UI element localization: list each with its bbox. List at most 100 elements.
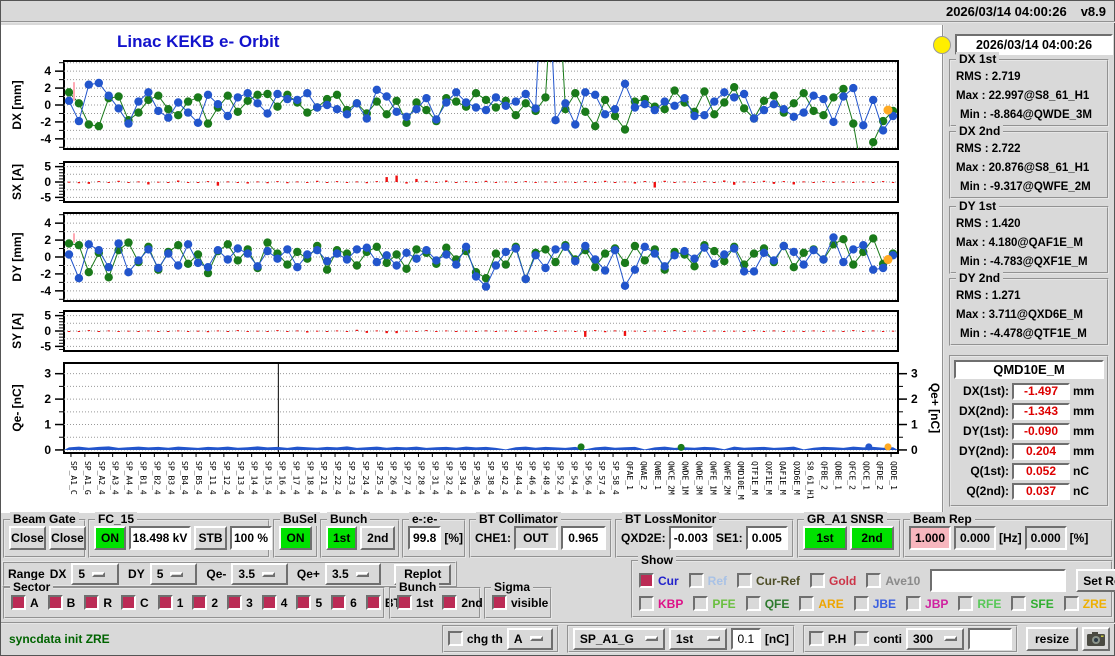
fc15-percent-field[interactable]: 100 % (230, 526, 272, 550)
sp-bunch-select[interactable]: 1st (668, 627, 727, 650)
beam-gate-close-1-button[interactable]: Close (9, 526, 46, 550)
threshold-field[interactable]: 0.1 (730, 627, 761, 650)
show-checkbox-are[interactable]: ARE (799, 596, 844, 611)
beam-rep-set-field[interactable]: 1.000 (909, 526, 951, 550)
range-label: Range (8, 567, 45, 581)
interval-select[interactable]: 300 (906, 627, 964, 650)
interval-field[interactable] (968, 627, 1012, 650)
show-checkbox-rfe[interactable]: RFE (958, 596, 1001, 611)
sigma-checkbox-visible[interactable]: visible (492, 595, 548, 610)
range-qep-select[interactable]: 3.5 (324, 563, 382, 585)
show-checkbox-jbp[interactable]: JBP (906, 596, 948, 611)
svg-text:SP_48_4: SP_48_4 (542, 461, 551, 495)
svg-text:0: 0 (44, 175, 51, 189)
monitor-row-value: 0.037 (1012, 482, 1070, 500)
show-checkbox-qfe[interactable]: QFE (745, 596, 790, 611)
bunch-checkbox-2nd[interactable]: 2nd (442, 595, 483, 610)
set-ref-button[interactable]: Set Ref (1076, 569, 1115, 592)
svg-text:0: 0 (44, 250, 51, 264)
sector-checkbox-a[interactable]: A (11, 595, 39, 610)
range-qep-label: Qe+ (296, 567, 320, 581)
bunch-select-group: Bunch 1st 2nd (320, 512, 400, 558)
che1-status-field[interactable]: OUT (514, 526, 558, 550)
chg-th-select[interactable]: A (506, 627, 553, 650)
busel-on-button[interactable]: ON (279, 526, 312, 550)
range-dy-select[interactable]: 5 (149, 563, 198, 585)
status-checkbox-conti[interactable]: conti (854, 631, 902, 646)
sector-checkbox-5[interactable]: 5 (296, 595, 322, 610)
screenshot-button[interactable] (1082, 626, 1110, 651)
show-checkbox-jbe[interactable]: JBE (853, 596, 896, 611)
sector-checkbox-b[interactable]: B (47, 595, 75, 610)
resize-button[interactable]: resize (1026, 626, 1078, 651)
monitor-row-label: Q(1st): (970, 464, 1009, 478)
svg-text:SP_42_4: SP_42_4 (500, 461, 509, 495)
svg-text:QWDE_1M: QWDE_1M (681, 461, 690, 495)
dropdown-icon (529, 636, 543, 641)
sector-checkbox-3[interactable]: 3 (227, 595, 253, 610)
svg-text:SP_A1_C: SP_A1_C (69, 461, 78, 495)
stat-min: Min : -4.478@QTF1E_M (960, 328, 1087, 340)
svg-text:QDDE_1: QDDE_1 (889, 461, 898, 490)
svg-text:SP_14_4: SP_14_4 (250, 461, 259, 495)
fc15-on-button[interactable]: ON (94, 526, 126, 550)
show-checkbox-pfe[interactable]: PFE (693, 596, 736, 611)
bunch-1st-button[interactable]: 1st (326, 526, 358, 550)
beam-gate-group: Beam Gate Close Close (3, 512, 86, 558)
svg-text:S8_61_H1: S8_61_H1 (806, 461, 815, 500)
show-checkbox-cur-ref[interactable]: Cur-Ref (737, 573, 800, 588)
show-checkbox-cur[interactable]: Cur (639, 573, 679, 588)
collimator-value-field[interactable]: 0.965 (560, 526, 606, 550)
sector-checkbox-2[interactable]: 2 (192, 595, 218, 610)
show-checkbox-sfe[interactable]: SFE (1011, 596, 1054, 611)
show-checkbox-kbp[interactable]: KBP (639, 596, 683, 611)
stat-max: Max : 20.876@S8_61_H1 (956, 162, 1090, 174)
ref-input[interactable] (930, 569, 1067, 592)
sp-monitor-select[interactable]: SP_A1_G (572, 627, 665, 650)
sector-checkbox-6[interactable]: 6 (331, 595, 357, 610)
qxd2e-field[interactable]: -0.003 (668, 526, 713, 550)
svg-text:4: 4 (44, 216, 51, 230)
show-checkbox-gold[interactable]: Gold (810, 573, 856, 588)
svg-text:0: 0 (44, 98, 51, 112)
checkbox-icon (639, 573, 654, 588)
sector-checkbox-1[interactable]: 1 (157, 595, 183, 610)
snsr-1st-button[interactable]: 1st (803, 526, 847, 550)
checkbox-label: R (103, 595, 113, 610)
beam-gate-close-2-button[interactable]: Close (49, 526, 86, 550)
bunch-checkbox-1st[interactable]: 1st (397, 595, 433, 610)
svg-text:0: 0 (911, 443, 918, 457)
svg-text:SP_26_4: SP_26_4 (389, 461, 398, 495)
fc15-stb-button[interactable]: STB (194, 526, 227, 550)
snsr-2nd-button[interactable]: 2nd (850, 526, 894, 550)
chg-th-frame: chg th A (441, 624, 559, 653)
svg-text:SP_15_4: SP_15_4 (264, 461, 273, 495)
svg-text:-5: -5 (40, 339, 51, 353)
beam-rep-hz-field[interactable]: 0.000 (954, 526, 996, 550)
stats-dx-1st: DX 1st RMS : 2.719 Max : 22.997@S8_61_H1… (949, 52, 1109, 127)
se1-field[interactable]: 0.005 (745, 526, 788, 550)
sector-checkbox-r[interactable]: R (84, 595, 112, 610)
beam-rep-pct-field[interactable]: 0.000 (1024, 526, 1067, 550)
checkbox-icon (47, 595, 63, 610)
sector-checkbox-4[interactable]: 4 (261, 595, 287, 610)
svg-text:-2: -2 (40, 115, 51, 129)
status-checkbox-chg-th[interactable]: chg th (447, 631, 503, 646)
show-checkbox-ave10[interactable]: Ave10 (866, 573, 920, 588)
sector-checkbox-c[interactable]: C (121, 595, 149, 610)
stats-dy-2nd: DY 2nd RMS : 1.271 Max : 3.711@QXD6E_M M… (949, 271, 1109, 346)
sector-group: Sector A B R C 1 2 3 4 5 6 BT (3, 580, 401, 619)
ee-ratio-field[interactable]: 99.8 (408, 526, 442, 550)
checkbox-icon (745, 596, 761, 611)
show-checkbox-ref[interactable]: Ref (688, 573, 728, 588)
range-dx-select[interactable]: 5 (71, 563, 120, 585)
bunch-2nd-button[interactable]: 2nd (360, 526, 396, 550)
svg-text:QWCE_2M: QWCE_2M (667, 461, 676, 495)
checkbox-label: QFE (764, 596, 790, 611)
status-checkbox-p-h[interactable]: P.H (808, 631, 846, 646)
fc15-kv-field[interactable]: 18.498 kV (129, 526, 191, 550)
show-checkbox-zre[interactable]: ZRE (1063, 596, 1107, 611)
checkbox-label: Ref (707, 573, 728, 588)
range-qem-select[interactable]: 3.5 (231, 563, 288, 585)
svg-text:SP_23_4: SP_23_4 (347, 461, 356, 495)
